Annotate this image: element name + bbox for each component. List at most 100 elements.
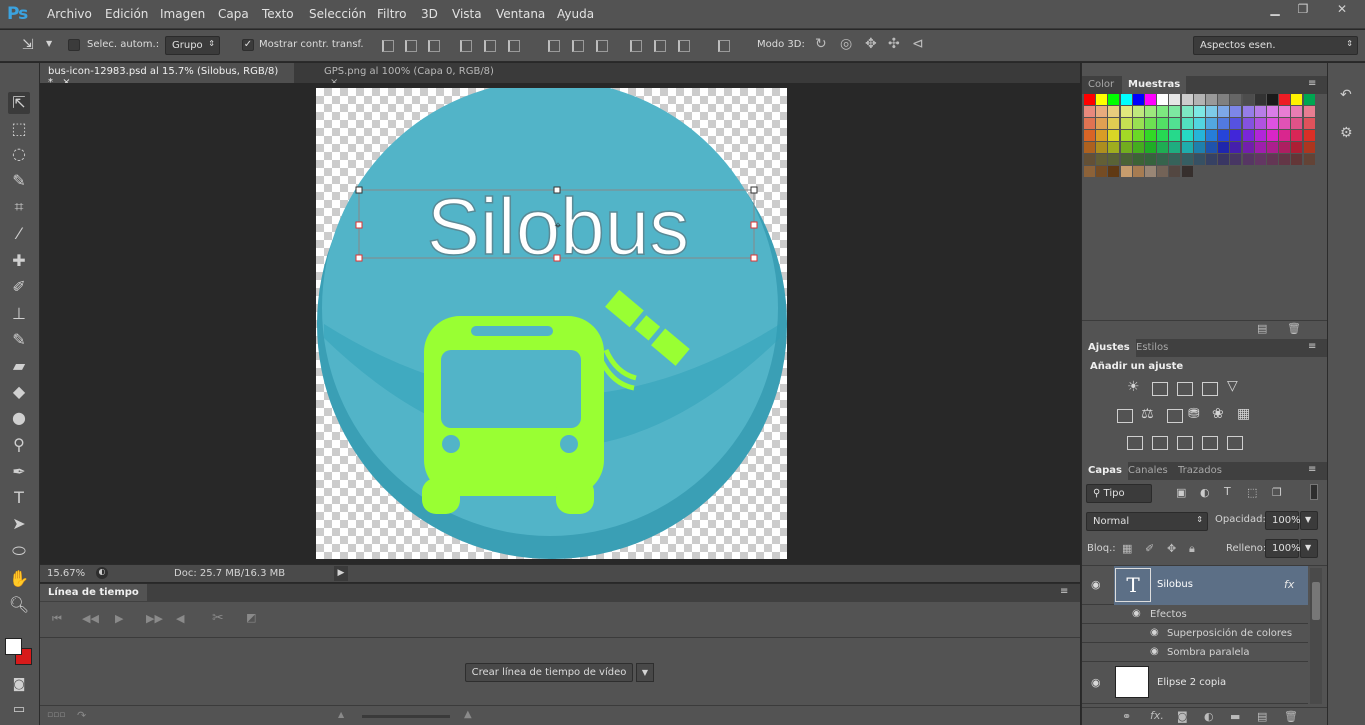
- menu-archivo[interactable]: Archivo: [47, 7, 92, 21]
- fill-input[interactable]: 100%: [1265, 539, 1301, 558]
- color-swatch[interactable]: [1291, 142, 1303, 153]
- ellipse-tool-icon[interactable]: ⬭: [8, 540, 30, 562]
- add-mask-icon[interactable]: ◙: [1177, 710, 1188, 723]
- history-panel-icon[interactable]: ↶: [1340, 87, 1352, 103]
- filter-type-icon[interactable]: T: [1224, 485, 1231, 498]
- color-swatch[interactable]: [1291, 118, 1303, 129]
- color-swatch[interactable]: [1181, 142, 1193, 153]
- selective-color-icon[interactable]: [1202, 436, 1218, 450]
- filter-toggle[interactable]: [1310, 484, 1318, 500]
- layer-name[interactable]: Elipse 2 copia: [1157, 677, 1226, 688]
- new-layer-icon[interactable]: ▤: [1257, 710, 1267, 723]
- scale-3d-icon[interactable]: ⊲: [912, 36, 924, 52]
- tab-channels[interactable]: Canales: [1122, 462, 1174, 480]
- properties-panel-icon[interactable]: ⚙: [1340, 125, 1353, 141]
- color-swatch[interactable]: [1120, 166, 1132, 177]
- color-swatch[interactable]: [1267, 118, 1278, 129]
- menu-3d[interactable]: 3D: [421, 7, 438, 21]
- color-swatch[interactable]: [1279, 130, 1291, 141]
- color-swatch[interactable]: [1181, 130, 1193, 141]
- color-swatch[interactable]: [1242, 154, 1254, 165]
- color-swatch[interactable]: [1206, 94, 1217, 105]
- color-balance-icon[interactable]: ⚖: [1141, 406, 1154, 422]
- effect-color-overlay-row[interactable]: ◉ Superposición de colores: [1082, 624, 1308, 643]
- color-swatch[interactable]: [1120, 118, 1132, 129]
- tab-styles[interactable]: Estilos: [1130, 339, 1174, 357]
- color-swatch[interactable]: [1120, 142, 1132, 153]
- audio-icon[interactable]: ◀: [176, 612, 184, 625]
- curves-icon[interactable]: [1177, 382, 1193, 396]
- exposure-icon[interactable]: [1202, 382, 1218, 396]
- color-swatch[interactable]: [1096, 118, 1108, 129]
- lock-position-icon[interactable]: ✥: [1167, 542, 1176, 555]
- color-swatch[interactable]: [1193, 94, 1205, 105]
- align-vcenter-icon[interactable]: [405, 40, 417, 52]
- color-swatch[interactable]: [1267, 154, 1278, 165]
- color-swatch[interactable]: [1254, 118, 1266, 129]
- color-swatch[interactable]: [1120, 154, 1132, 165]
- blur-tool-icon[interactable]: ●: [8, 407, 30, 429]
- auto-align-icon[interactable]: [718, 40, 730, 52]
- color-swatch[interactable]: [1145, 94, 1156, 105]
- frame-view-icon[interactable]: ▫▫▫: [47, 710, 65, 720]
- menu-edicion[interactable]: Edición: [105, 7, 148, 21]
- layer-row-silobus[interactable]: ◉ T Silobus fx: [1082, 566, 1308, 605]
- color-swatch[interactable]: [1218, 106, 1230, 117]
- next-frame-icon[interactable]: ▶▶: [146, 612, 163, 625]
- color-swatch[interactable]: [1108, 94, 1120, 105]
- color-swatch[interactable]: [1218, 118, 1230, 129]
- invert-icon[interactable]: [1127, 436, 1143, 450]
- align-hcenter-icon[interactable]: [484, 40, 496, 52]
- color-swatch[interactable]: [1096, 166, 1108, 177]
- color-swatch[interactable]: [1242, 130, 1254, 141]
- threshold-icon[interactable]: [1177, 436, 1193, 450]
- color-swatch[interactable]: [1303, 118, 1315, 129]
- color-swatch[interactable]: [1084, 142, 1095, 153]
- color-swatch[interactable]: [1181, 118, 1193, 129]
- color-swatch[interactable]: [1303, 130, 1315, 141]
- add-style-icon[interactable]: fx.: [1150, 709, 1164, 722]
- color-swatch[interactable]: [1169, 94, 1181, 105]
- color-swatch[interactable]: [1145, 130, 1156, 141]
- timeline-title[interactable]: Línea de tiempo: [40, 584, 147, 601]
- show-transform-checkbox[interactable]: ✓: [242, 39, 254, 51]
- tool-preset-chevron-icon[interactable]: ▼: [46, 39, 52, 48]
- hand-tool-icon[interactable]: ✋: [8, 568, 30, 590]
- swatch-grid[interactable]: [1082, 94, 1322, 179]
- color-swatch[interactable]: [1254, 142, 1266, 153]
- panel-menu-icon[interactable]: ≡: [1060, 586, 1068, 597]
- lock-all-icon[interactable]: 🔒︎: [1189, 542, 1195, 556]
- clone-stamp-icon[interactable]: ⊥: [8, 303, 30, 325]
- menu-ayuda[interactable]: Ayuda: [557, 7, 594, 21]
- color-swatch[interactable]: [1267, 106, 1278, 117]
- color-swatch[interactable]: [1169, 130, 1181, 141]
- color-swatch[interactable]: [1108, 130, 1120, 141]
- color-swatch[interactable]: [1096, 130, 1108, 141]
- color-swatch[interactable]: [1254, 154, 1266, 165]
- color-swatch[interactable]: [1291, 94, 1303, 105]
- auto-select-checkbox[interactable]: [68, 39, 80, 51]
- menu-imagen[interactable]: Imagen: [160, 7, 205, 21]
- menu-texto[interactable]: Texto: [262, 7, 294, 21]
- color-swatch[interactable]: [1108, 118, 1120, 129]
- color-swatch[interactable]: [1193, 142, 1205, 153]
- color-swatch[interactable]: [1157, 166, 1169, 177]
- filter-adjust-icon[interactable]: ◐: [1200, 486, 1210, 499]
- distribute-top-icon[interactable]: [548, 40, 560, 52]
- minimize-button[interactable]: ▁: [1262, 2, 1288, 19]
- dodge-tool-icon[interactable]: ⚲: [8, 434, 30, 456]
- color-swatch[interactable]: [1218, 154, 1230, 165]
- brush-tool-icon[interactable]: ✐: [8, 276, 30, 298]
- color-swatch[interactable]: [1193, 130, 1205, 141]
- align-top-icon[interactable]: [382, 40, 394, 52]
- zoom-tool-icon[interactable]: 🔍︎: [8, 594, 30, 616]
- color-swatch[interactable]: [1120, 130, 1132, 141]
- align-bottom-icon[interactable]: [428, 40, 440, 52]
- photo-filter-icon[interactable]: ⛃: [1188, 406, 1200, 422]
- menu-capa[interactable]: Capa: [218, 7, 249, 21]
- color-swatch[interactable]: [1157, 130, 1169, 141]
- color-swatch[interactable]: [1230, 106, 1242, 117]
- color-swatch[interactable]: [1145, 166, 1156, 177]
- color-swatch[interactable]: [1169, 154, 1181, 165]
- workspace-dropdown[interactable]: Aspectos esen. ⇕: [1193, 36, 1358, 55]
